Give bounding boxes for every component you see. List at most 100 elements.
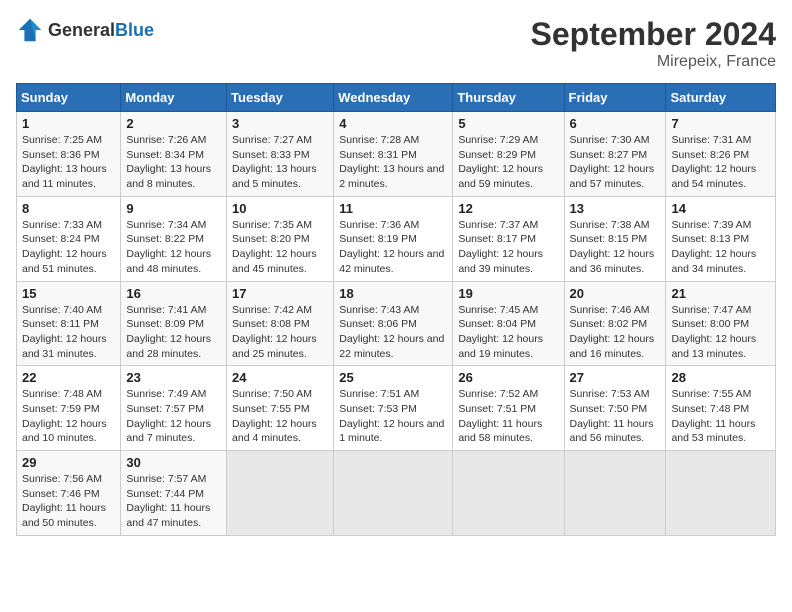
calendar-day-cell: 17 Sunrise: 7:42 AMSunset: 8:08 PMDayligh… bbox=[227, 281, 334, 366]
calendar-day-cell: 7 Sunrise: 7:31 AMSunset: 8:26 PMDaylight… bbox=[666, 112, 776, 197]
calendar-day-cell bbox=[334, 451, 453, 536]
col-saturday: Saturday bbox=[666, 84, 776, 112]
day-number: 1 bbox=[22, 116, 115, 131]
calendar-body: 1 Sunrise: 7:25 AMSunset: 8:36 PMDaylight… bbox=[17, 112, 776, 536]
day-number: 13 bbox=[570, 201, 661, 216]
calendar-week-row: 22Sunrise: 7:48 AMSunset: 7:59 PMDayligh… bbox=[17, 366, 776, 451]
day-number: 25 bbox=[339, 370, 447, 385]
day-info: Sunrise: 7:42 AMSunset: 8:08 PMDaylight:… bbox=[232, 303, 328, 362]
calendar-week-row: 15 Sunrise: 7:40 AMSunset: 8:11 PMDayligh… bbox=[17, 281, 776, 366]
calendar-day-cell: 16 Sunrise: 7:41 AMSunset: 8:09 PMDayligh… bbox=[121, 281, 227, 366]
day-info: Sunrise: 7:50 AMSunset: 7:55 PMDaylight:… bbox=[232, 387, 328, 446]
calendar-day-cell: 5 Sunrise: 7:29 AMSunset: 8:29 PMDaylight… bbox=[453, 112, 564, 197]
day-number: 29 bbox=[22, 455, 115, 470]
day-info: Sunrise: 7:25 AMSunset: 8:36 PMDaylight:… bbox=[22, 133, 115, 192]
day-number: 28 bbox=[671, 370, 770, 385]
day-number: 20 bbox=[570, 286, 661, 301]
title-block: September 2024 Mirepeix, France bbox=[531, 16, 776, 71]
calendar-day-cell: 19 Sunrise: 7:45 AMSunset: 8:04 PMDayligh… bbox=[453, 281, 564, 366]
day-number: 2 bbox=[126, 116, 221, 131]
calendar-day-cell: 27 Sunrise: 7:53 AMSunset: 7:50 PMDayligh… bbox=[564, 366, 666, 451]
calendar-day-cell: 3Sunrise: 7:27 AMSunset: 8:33 PMDaylight… bbox=[227, 112, 334, 197]
month-title: September 2024 bbox=[531, 16, 776, 53]
calendar-day-cell: 6Sunrise: 7:30 AMSunset: 8:27 PMDaylight… bbox=[564, 112, 666, 197]
day-number: 21 bbox=[671, 286, 770, 301]
calendar-day-cell: 4 Sunrise: 7:28 AMSunset: 8:31 PMDaylight… bbox=[334, 112, 453, 197]
calendar-day-cell: 2 Sunrise: 7:26 AMSunset: 8:34 PMDaylight… bbox=[121, 112, 227, 197]
day-info: Sunrise: 7:57 AMSunset: 7:44 PMDaylight:… bbox=[126, 472, 221, 531]
day-info: Sunrise: 7:29 AMSunset: 8:29 PMDaylight:… bbox=[458, 133, 558, 192]
day-number: 23 bbox=[126, 370, 221, 385]
calendar-week-row: 1 Sunrise: 7:25 AMSunset: 8:36 PMDaylight… bbox=[17, 112, 776, 197]
calendar-day-cell: 15 Sunrise: 7:40 AMSunset: 8:11 PMDayligh… bbox=[17, 281, 121, 366]
day-number: 16 bbox=[126, 286, 221, 301]
calendar-day-cell: 13 Sunrise: 7:38 AMSunset: 8:15 PMDayligh… bbox=[564, 196, 666, 281]
calendar-table: Sunday Monday Tuesday Wednesday Thursday… bbox=[16, 83, 776, 536]
col-wednesday: Wednesday bbox=[334, 84, 453, 112]
day-number: 7 bbox=[671, 116, 770, 131]
calendar-day-cell: 10 Sunrise: 7:35 AMSunset: 8:20 PMDayligh… bbox=[227, 196, 334, 281]
calendar-header-row: Sunday Monday Tuesday Wednesday Thursday… bbox=[17, 84, 776, 112]
col-tuesday: Tuesday bbox=[227, 84, 334, 112]
calendar-week-row: 8Sunrise: 7:33 AMSunset: 8:24 PMDaylight… bbox=[17, 196, 776, 281]
calendar-day-cell: 9 Sunrise: 7:34 AMSunset: 8:22 PMDaylight… bbox=[121, 196, 227, 281]
day-info: Sunrise: 7:36 AMSunset: 8:19 PMDaylight:… bbox=[339, 218, 447, 277]
logo-general-text: General bbox=[48, 20, 115, 40]
calendar-day-cell: 1 Sunrise: 7:25 AMSunset: 8:36 PMDaylight… bbox=[17, 112, 121, 197]
day-number: 14 bbox=[671, 201, 770, 216]
day-info: Sunrise: 7:34 AMSunset: 8:22 PMDaylight:… bbox=[126, 218, 221, 277]
day-info: Sunrise: 7:35 AMSunset: 8:20 PMDaylight:… bbox=[232, 218, 328, 277]
day-info: Sunrise: 7:33 AMSunset: 8:24 PMDaylight:… bbox=[22, 218, 115, 277]
day-info: Sunrise: 7:37 AMSunset: 8:17 PMDaylight:… bbox=[458, 218, 558, 277]
day-info: Sunrise: 7:56 AMSunset: 7:46 PMDaylight:… bbox=[22, 472, 115, 531]
calendar-day-cell: 22Sunrise: 7:48 AMSunset: 7:59 PMDayligh… bbox=[17, 366, 121, 451]
day-info: Sunrise: 7:26 AMSunset: 8:34 PMDaylight:… bbox=[126, 133, 221, 192]
calendar-day-cell: 29 Sunrise: 7:56 AMSunset: 7:46 PMDayligh… bbox=[17, 451, 121, 536]
day-info: Sunrise: 7:30 AMSunset: 8:27 PMDaylight:… bbox=[570, 133, 661, 192]
day-info: Sunrise: 7:45 AMSunset: 8:04 PMDaylight:… bbox=[458, 303, 558, 362]
day-info: Sunrise: 7:41 AMSunset: 8:09 PMDaylight:… bbox=[126, 303, 221, 362]
calendar-day-cell: 30 Sunrise: 7:57 AMSunset: 7:44 PMDayligh… bbox=[121, 451, 227, 536]
calendar-day-cell bbox=[453, 451, 564, 536]
page-header: GeneralBlue September 2024 Mirepeix, Fra… bbox=[16, 16, 776, 71]
day-number: 12 bbox=[458, 201, 558, 216]
calendar-day-cell: 23 Sunrise: 7:49 AMSunset: 7:57 PMDayligh… bbox=[121, 366, 227, 451]
day-info: Sunrise: 7:38 AMSunset: 8:15 PMDaylight:… bbox=[570, 218, 661, 277]
day-info: Sunrise: 7:31 AMSunset: 8:26 PMDaylight:… bbox=[671, 133, 770, 192]
logo-blue-text: Blue bbox=[115, 20, 154, 40]
day-number: 18 bbox=[339, 286, 447, 301]
calendar-day-cell: 20Sunrise: 7:46 AMSunset: 8:02 PMDayligh… bbox=[564, 281, 666, 366]
day-info: Sunrise: 7:47 AMSunset: 8:00 PMDaylight:… bbox=[671, 303, 770, 362]
calendar-day-cell: 25 Sunrise: 7:51 AMSunset: 7:53 PMDayligh… bbox=[334, 366, 453, 451]
calendar-day-cell bbox=[564, 451, 666, 536]
day-info: Sunrise: 7:51 AMSunset: 7:53 PMDaylight:… bbox=[339, 387, 447, 446]
day-info: Sunrise: 7:49 AMSunset: 7:57 PMDaylight:… bbox=[126, 387, 221, 446]
day-number: 19 bbox=[458, 286, 558, 301]
logo-icon bbox=[16, 16, 44, 44]
day-info: Sunrise: 7:28 AMSunset: 8:31 PMDaylight:… bbox=[339, 133, 447, 192]
day-number: 24 bbox=[232, 370, 328, 385]
day-number: 9 bbox=[126, 201, 221, 216]
day-number: 17 bbox=[232, 286, 328, 301]
day-info: Sunrise: 7:39 AMSunset: 8:13 PMDaylight:… bbox=[671, 218, 770, 277]
day-number: 27 bbox=[570, 370, 661, 385]
day-number: 4 bbox=[339, 116, 447, 131]
day-number: 22 bbox=[22, 370, 115, 385]
day-info: Sunrise: 7:53 AMSunset: 7:50 PMDaylight:… bbox=[570, 387, 661, 446]
calendar-day-cell bbox=[666, 451, 776, 536]
day-number: 11 bbox=[339, 201, 447, 216]
calendar-day-cell bbox=[227, 451, 334, 536]
day-info: Sunrise: 7:40 AMSunset: 8:11 PMDaylight:… bbox=[22, 303, 115, 362]
day-info: Sunrise: 7:43 AMSunset: 8:06 PMDaylight:… bbox=[339, 303, 447, 362]
day-number: 26 bbox=[458, 370, 558, 385]
day-number: 15 bbox=[22, 286, 115, 301]
calendar-day-cell: 28 Sunrise: 7:55 AMSunset: 7:48 PMDayligh… bbox=[666, 366, 776, 451]
logo: GeneralBlue bbox=[16, 16, 154, 44]
day-number: 5 bbox=[458, 116, 558, 131]
day-number: 30 bbox=[126, 455, 221, 470]
day-info: Sunrise: 7:55 AMSunset: 7:48 PMDaylight:… bbox=[671, 387, 770, 446]
day-info: Sunrise: 7:27 AMSunset: 8:33 PMDaylight:… bbox=[232, 133, 328, 192]
calendar-day-cell: 18 Sunrise: 7:43 AMSunset: 8:06 PMDayligh… bbox=[334, 281, 453, 366]
day-number: 10 bbox=[232, 201, 328, 216]
calendar-day-cell: 12 Sunrise: 7:37 AMSunset: 8:17 PMDayligh… bbox=[453, 196, 564, 281]
